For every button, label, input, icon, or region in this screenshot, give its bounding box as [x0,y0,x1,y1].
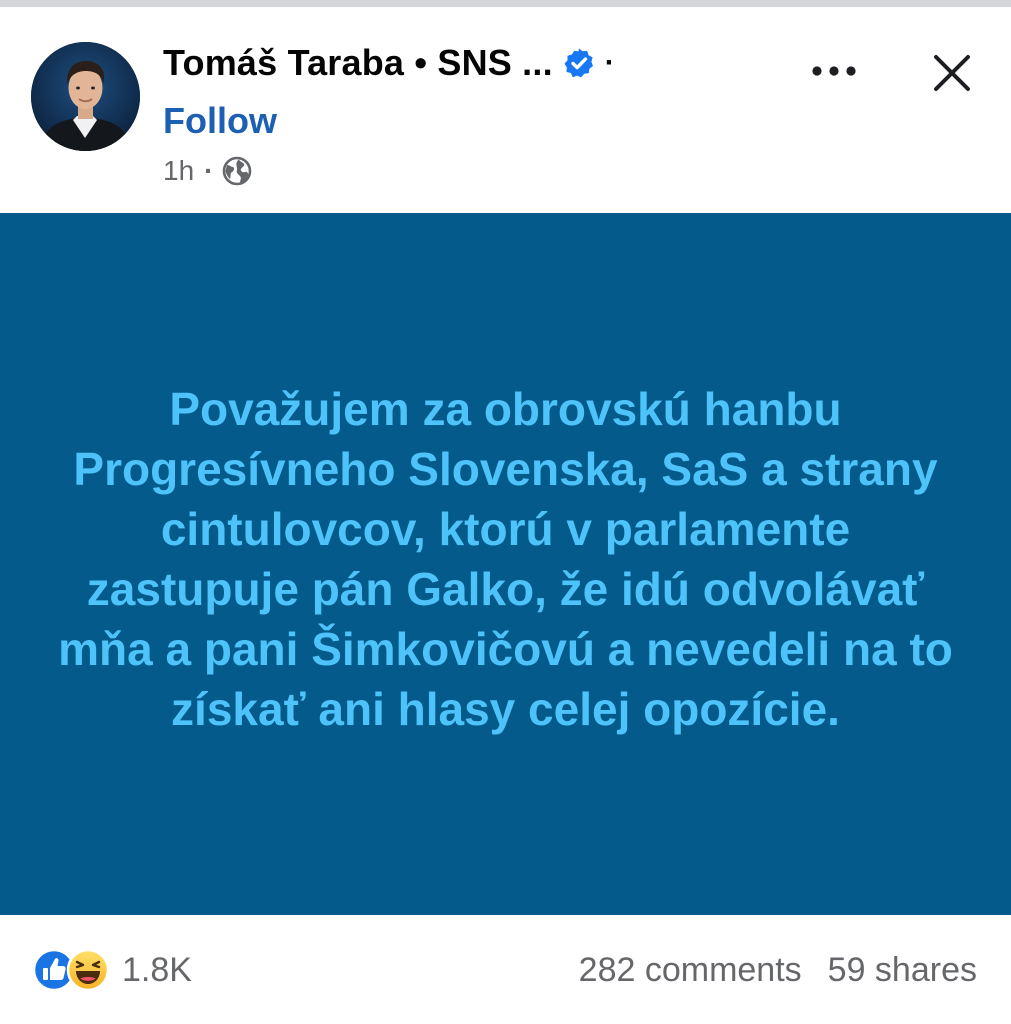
close-icon [934,55,970,91]
meta-separator: · [204,155,214,186]
post-text-card[interactable]: Považujem za obrovskú hanbu Progresívneh… [0,213,1011,915]
author-separator: · [604,46,615,79]
post-footer: 1.8K 282 comments 59 shares [0,915,1011,1024]
close-button[interactable] [924,45,980,101]
top-divider [0,0,1011,7]
author-avatar[interactable] [31,42,140,151]
engagement-stats: 282 comments 59 shares [579,948,977,992]
verified-badge-icon [563,47,595,79]
comments-count-link[interactable]: 282 comments [579,951,802,990]
author-line: Tomáš Taraba • SNS ... · [163,41,615,85]
post-meta: 1h · [163,153,252,189]
post-header: Tomáš Taraba • SNS ... · Follow 1h · [0,7,1011,213]
author-name[interactable]: Tomáš Taraba • SNS ... [163,42,553,84]
shares-count-link[interactable]: 59 shares [828,951,977,990]
more-options-button[interactable] [806,51,862,91]
follow-button[interactable]: Follow [163,100,277,142]
reactions-summary[interactable]: 1.8K [32,948,192,992]
post-timestamp[interactable]: 1h [163,155,194,187]
haha-icon [66,948,110,992]
globe-icon [222,156,252,186]
more-options-icon [812,66,856,76]
avatar-image [31,42,140,151]
post-body-text: Považujem za obrovskú hanbu Progresívneh… [58,383,953,735]
reaction-count: 1.8K [122,950,192,989]
